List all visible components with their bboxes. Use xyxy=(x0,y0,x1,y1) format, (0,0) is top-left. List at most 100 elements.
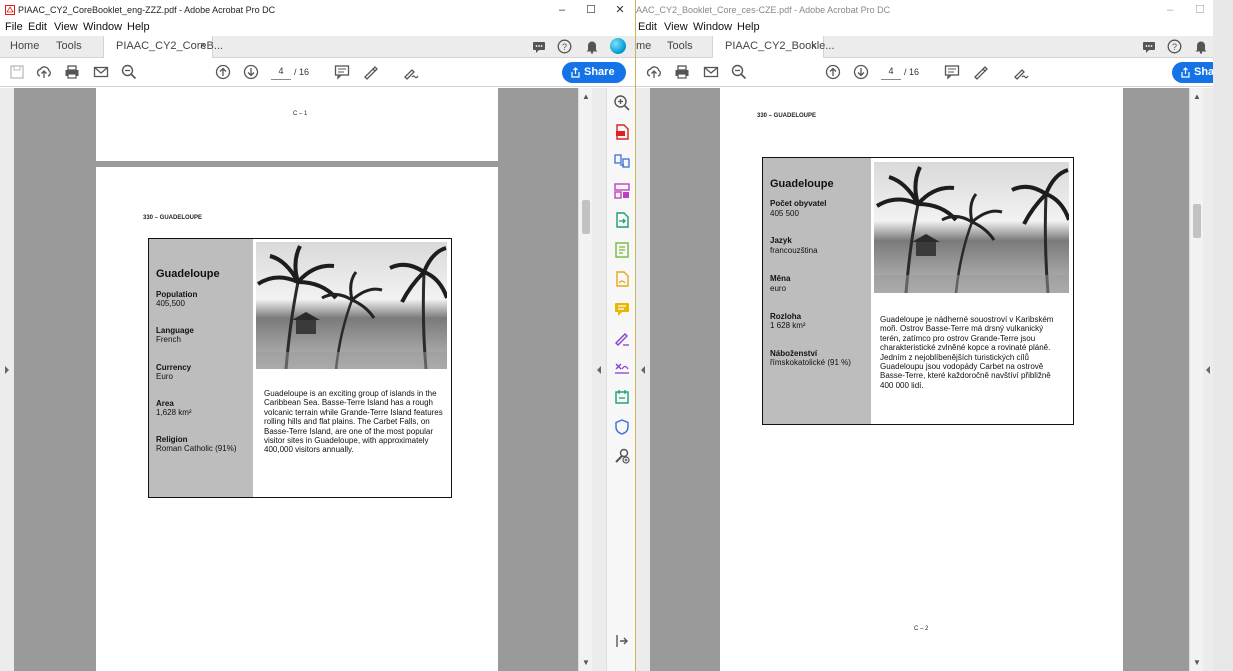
minimize-button-right[interactable]: – xyxy=(1156,0,1184,20)
share-button-right[interactable]: Sha xyxy=(1172,62,1213,83)
scroll-thumb[interactable] xyxy=(582,200,590,234)
upload-icon-right[interactable] xyxy=(646,64,662,80)
compress-icon[interactable] xyxy=(613,388,631,406)
menu-file[interactable]: File xyxy=(5,21,23,33)
tools-pane-toggle[interactable] xyxy=(592,88,606,671)
expand-left-pane-icon[interactable] xyxy=(4,366,10,374)
comment-tool-icon[interactable] xyxy=(613,300,631,318)
organize-icon[interactable] xyxy=(613,182,631,200)
zoom-out-icon[interactable] xyxy=(121,64,137,80)
tab-home[interactable]: Home xyxy=(10,40,39,52)
upload-icon[interactable] xyxy=(36,64,52,80)
protect-icon[interactable] xyxy=(613,418,631,436)
pdf-page-current: 330 – GUADELOUPE Guadeloupe Population 4… xyxy=(96,167,498,671)
fact-value-area-right: 1 628 km² xyxy=(770,321,806,330)
menu-edit[interactable]: Edit xyxy=(28,21,47,33)
highlight-icon-right[interactable] xyxy=(972,64,988,80)
country-description: Guadeloupe is an exciting group of islan… xyxy=(264,389,443,455)
zoom-in-icon[interactable] xyxy=(613,94,631,112)
more-tools-icon[interactable] xyxy=(613,447,631,465)
print-icon-right[interactable] xyxy=(674,64,690,80)
chat-icon-right[interactable] xyxy=(1142,40,1156,54)
share-label-right: Sha xyxy=(1194,66,1213,78)
tab-tools-right[interactable]: Tools xyxy=(667,40,693,52)
tab-bar-right: me Tools PIAAC_CY2_Bookle... × ? xyxy=(636,36,1213,58)
close-window-button[interactable]: ✕ xyxy=(606,0,634,20)
menu-edit-right[interactable]: Edit xyxy=(638,21,657,33)
fill-sign-icon[interactable] xyxy=(613,329,631,347)
email-icon-right[interactable] xyxy=(703,64,719,80)
fact-value-area: 1,628 km² xyxy=(156,408,192,417)
tools-pane-toggle-right[interactable] xyxy=(1203,88,1213,671)
tools-pane xyxy=(606,88,635,671)
document-viewport-right[interactable]: 330 – GUADELOUPE Guadeloupe Počet obyvat… xyxy=(650,88,1189,671)
scroll-up-arrow[interactable]: ▲ xyxy=(582,92,590,101)
page-down-icon-right[interactable] xyxy=(853,64,869,80)
menu-view[interactable]: View xyxy=(54,21,78,33)
menu-window[interactable]: Window xyxy=(83,21,122,33)
page-down-icon[interactable] xyxy=(243,64,259,80)
document-viewport[interactable]: C – 1 330 – GUADELOUPE Guadeloupe Popula… xyxy=(14,88,582,671)
sign-icon[interactable] xyxy=(403,64,419,80)
notification-bell-icon[interactable] xyxy=(585,39,599,54)
fact-value-religion-right: římskokatolické (91 %) xyxy=(770,358,851,367)
vertical-scrollbar[interactable]: ▲ ▼ xyxy=(578,88,592,671)
page-number-input[interactable]: 4 xyxy=(271,66,291,80)
menu-bar-right: Edit View Window Help xyxy=(636,20,1213,36)
comment-icon-right[interactable] xyxy=(944,64,960,80)
fact-label-religion: Religion xyxy=(156,435,188,444)
fact-label-currency: Currency xyxy=(156,363,192,372)
help-icon-right[interactable]: ? xyxy=(1167,39,1182,54)
tab-document-right[interactable]: PIAAC_CY2_Bookle... × xyxy=(712,36,834,58)
page-up-icon-right[interactable] xyxy=(825,64,841,80)
export-icon[interactable] xyxy=(613,211,631,229)
page-up-icon[interactable] xyxy=(215,64,231,80)
zoom-out-icon-right[interactable] xyxy=(731,64,747,80)
menu-help-right[interactable]: Help xyxy=(737,21,760,33)
page-number-input-right[interactable]: 4 xyxy=(881,66,901,80)
scroll-up-arrow-right[interactable]: ▲ xyxy=(1193,92,1201,101)
scroll-thumb-right[interactable] xyxy=(1193,204,1201,238)
email-icon[interactable] xyxy=(93,64,109,80)
left-panel-toggle-right[interactable] xyxy=(636,88,650,671)
comment-icon[interactable] xyxy=(334,64,350,80)
highlight-icon[interactable] xyxy=(362,64,378,80)
close-tab-icon-right[interactable]: × xyxy=(811,40,817,52)
fact-value-currency: Euro xyxy=(156,372,173,381)
maximize-button[interactable]: ☐ xyxy=(577,0,605,20)
collapse-right-pane-icon-right[interactable] xyxy=(1205,366,1211,374)
expand-left-pane-icon-right[interactable] xyxy=(640,366,646,374)
maximize-button-right[interactable]: ☐ xyxy=(1186,0,1213,20)
vertical-scrollbar-right[interactable]: ▲ ▼ xyxy=(1189,88,1203,671)
scroll-down-arrow[interactable]: ▼ xyxy=(582,658,590,667)
menu-help[interactable]: Help xyxy=(127,21,150,33)
collapse-right-pane-icon[interactable] xyxy=(596,366,602,374)
request-sign-icon[interactable] xyxy=(613,270,631,288)
sign-icon-right[interactable] xyxy=(1013,64,1029,80)
share-button[interactable]: Share xyxy=(562,62,626,83)
create-pdf-icon[interactable] xyxy=(613,123,631,141)
tab-tools[interactable]: Tools xyxy=(56,40,82,52)
edit-pdf-icon[interactable] xyxy=(613,241,631,259)
help-icon[interactable]: ? xyxy=(557,39,572,54)
title-bar: PIAAC_CY2_CoreBooklet_eng-ZZZ.pdf - Adob… xyxy=(0,0,635,20)
minimize-button[interactable]: – xyxy=(548,0,576,20)
left-panel-toggle[interactable] xyxy=(0,88,14,671)
avatar[interactable] xyxy=(610,38,626,54)
notification-bell-icon-right[interactable] xyxy=(1194,39,1208,54)
beach-photo-right xyxy=(874,162,1069,293)
menu-view-right[interactable]: View xyxy=(664,21,688,33)
close-tab-icon[interactable]: × xyxy=(200,40,206,52)
combine-icon[interactable] xyxy=(613,152,631,170)
fact-value-language: French xyxy=(156,335,181,344)
menu-window-right[interactable]: Window xyxy=(693,21,732,33)
fact-value-population: 405,500 xyxy=(156,299,185,308)
chat-icon[interactable] xyxy=(532,40,546,54)
save-icon[interactable] xyxy=(9,64,25,80)
tab-home-right[interactable]: me xyxy=(636,40,651,52)
collapse-pane-icon[interactable] xyxy=(613,632,631,650)
certificate-icon[interactable] xyxy=(613,359,631,377)
scroll-down-arrow-right[interactable]: ▼ xyxy=(1193,658,1201,667)
print-icon[interactable] xyxy=(64,64,80,80)
tab-document[interactable]: PIAAC_CY2_CoreB... × xyxy=(103,36,223,58)
